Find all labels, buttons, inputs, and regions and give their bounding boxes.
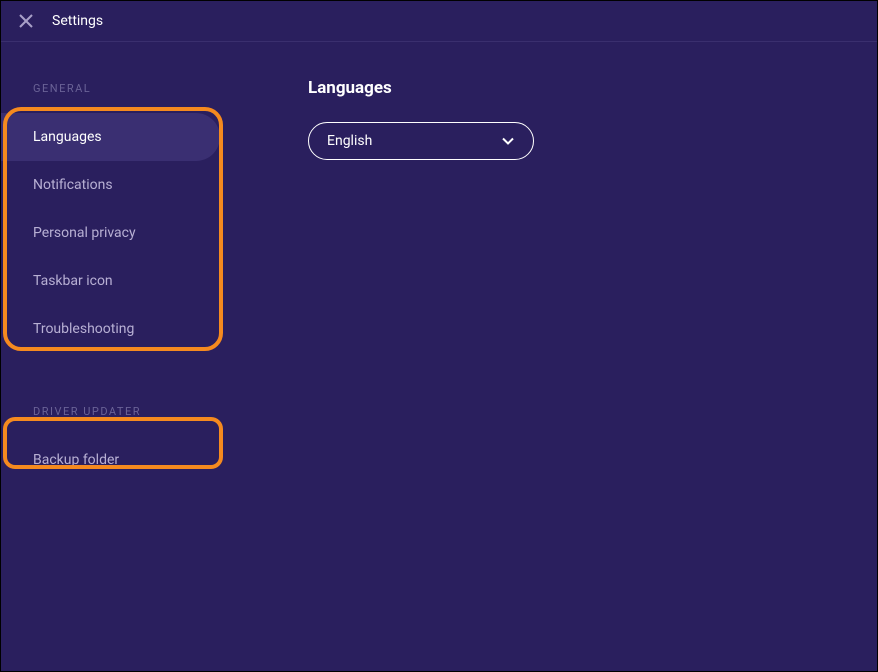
sidebar-item-troubleshooting[interactable]: Troubleshooting (0, 305, 260, 353)
main-panel: Languages English (260, 42, 878, 672)
sidebar-item-label: Personal privacy (33, 225, 136, 241)
sidebar-item-label: Notifications (33, 177, 113, 193)
sidebar-item-taskbar-icon[interactable]: Taskbar icon (0, 257, 260, 305)
sidebar-item-label: Backup folder (33, 452, 119, 468)
content: GENERAL Languages Notifications Personal… (0, 42, 878, 672)
language-dropdown[interactable]: English (308, 122, 534, 160)
close-icon[interactable] (18, 13, 34, 29)
section-header-general: GENERAL (0, 82, 260, 95)
sidebar-item-backup-folder[interactable]: Backup folder (0, 436, 260, 484)
sidebar: GENERAL Languages Notifications Personal… (0, 42, 260, 672)
sidebar-item-notifications[interactable]: Notifications (0, 161, 260, 209)
sidebar-item-personal-privacy[interactable]: Personal privacy (0, 209, 260, 257)
header: Settings (0, 0, 878, 42)
page-title: Languages (308, 78, 878, 98)
chevron-down-icon (501, 134, 515, 148)
sidebar-item-languages[interactable]: Languages (0, 113, 220, 161)
dropdown-selected-value: English (327, 133, 372, 149)
sidebar-item-label: Languages (33, 129, 102, 145)
section-header-driver-updater: DRIVER UPDATER (0, 405, 260, 418)
sidebar-item-label: Taskbar icon (33, 273, 113, 289)
sidebar-item-label: Troubleshooting (33, 321, 134, 337)
header-title: Settings (52, 13, 103, 29)
